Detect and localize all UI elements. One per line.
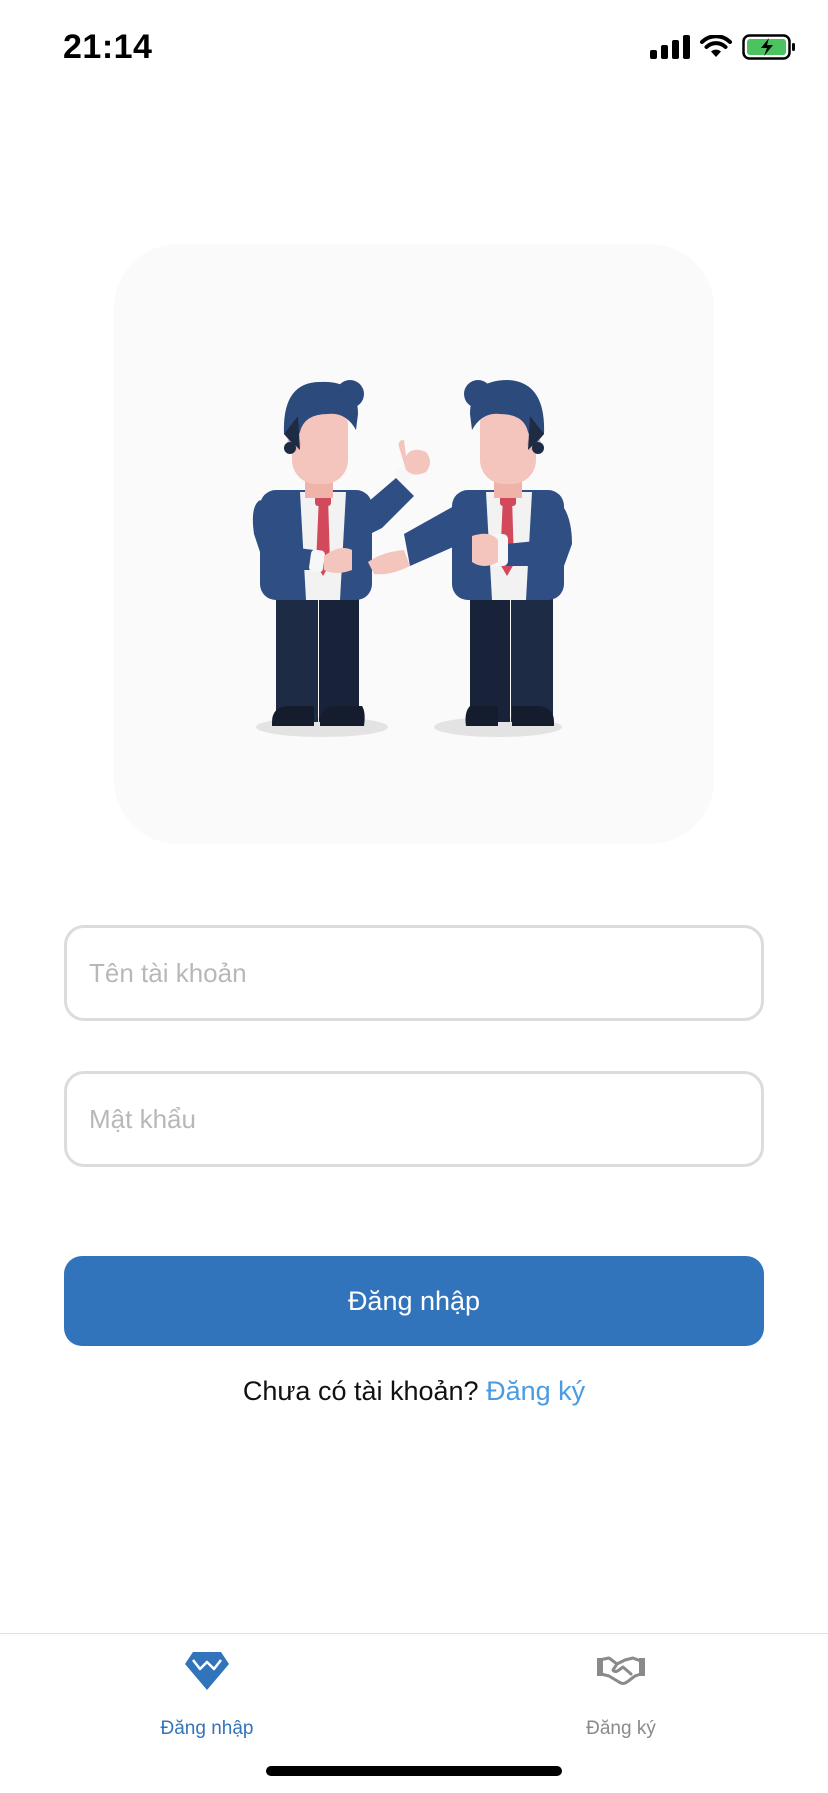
handshake-icon bbox=[597, 1656, 645, 1685]
cellular-signal-icon bbox=[650, 35, 690, 59]
tab-login-label: Đăng nhập bbox=[160, 1718, 254, 1739]
status-bar: 21:14 bbox=[0, 0, 828, 100]
home-indicator bbox=[266, 1766, 562, 1776]
tab-signup-label: Đăng ký bbox=[586, 1718, 656, 1739]
diamond-icon bbox=[185, 1652, 229, 1690]
signup-prompt-row: Chưa có tài khoản? Đăng ký bbox=[0, 1376, 828, 1407]
login-button-label: Đăng nhập bbox=[347, 1285, 481, 1316]
status-icons bbox=[650, 34, 796, 60]
handshake-businessmen-illustration bbox=[252, 380, 572, 737]
wifi-icon bbox=[700, 35, 732, 57]
signup-prompt-text: Chưa có tài khoản? bbox=[242, 1376, 479, 1406]
password-field[interactable] bbox=[64, 1071, 764, 1167]
signup-link[interactable]: Đăng ký bbox=[486, 1376, 585, 1406]
battery-charging-icon bbox=[742, 34, 795, 60]
login-button[interactable]: Đăng nhập bbox=[64, 1256, 764, 1346]
tab-login[interactable]: Đăng nhập bbox=[107, 1634, 307, 1754]
hero-illustration-card bbox=[114, 244, 714, 844]
username-input[interactable] bbox=[67, 928, 761, 1018]
username-field[interactable] bbox=[64, 925, 764, 1021]
password-input[interactable] bbox=[67, 1074, 761, 1164]
status-time: 21:14 bbox=[63, 28, 153, 66]
tab-signup[interactable]: Đăng ký bbox=[521, 1634, 721, 1754]
